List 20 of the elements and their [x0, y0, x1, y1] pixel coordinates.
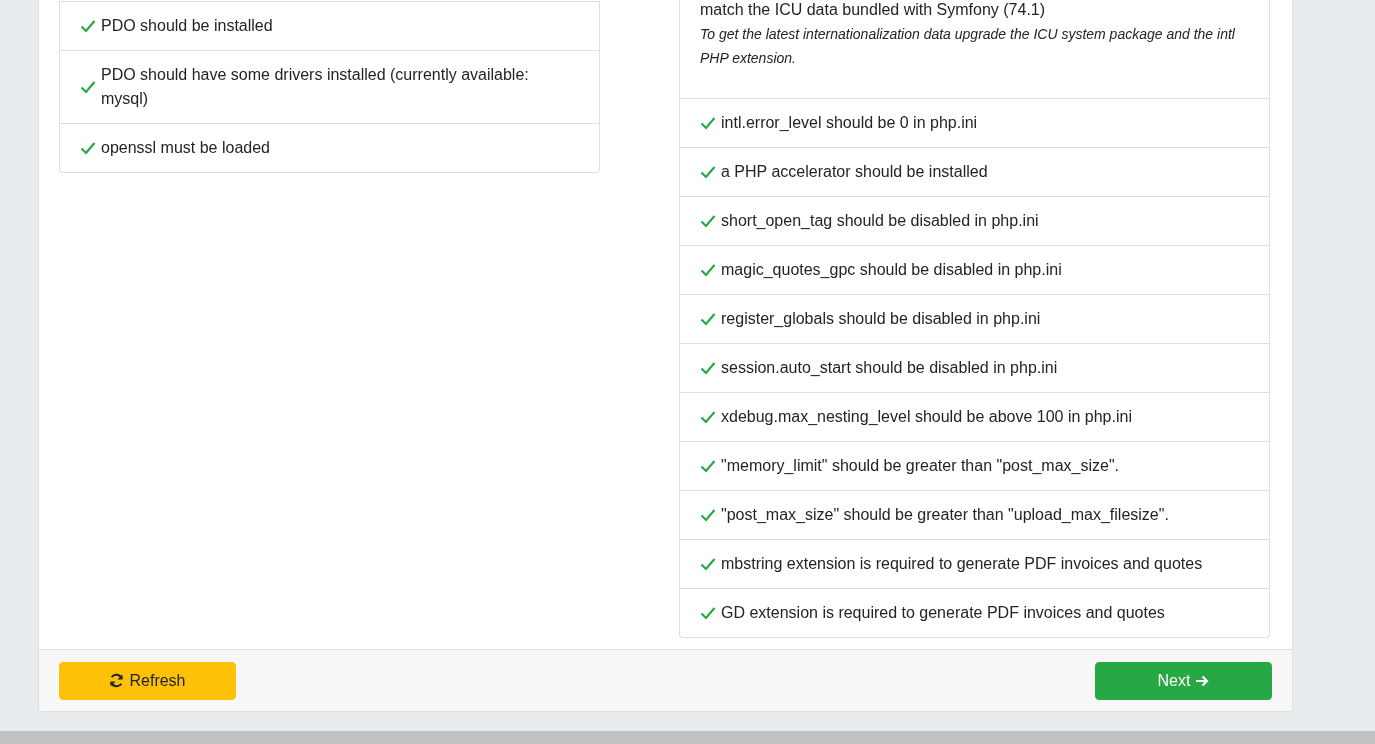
check-text: session.auto_start should be disabled in php.ini — [721, 358, 1058, 378]
refresh-button[interactable]: Refresh — [59, 661, 236, 700]
check-text: intl.error_level should be 0 in php.ini — [721, 113, 978, 133]
check-text: "post_max_size" should be greater than "upload_max_filesize". — [721, 505, 1169, 525]
check-text: GD extension is required to generate PDF invoices and quotes — [721, 603, 1165, 623]
horizontal-scrollbar[interactable] — [0, 731, 1375, 744]
check-text: magic_quotes_gpc should be disabled in php.ini — [721, 260, 1062, 280]
check-text: xdebug.max_nesting_level should be above 100 in php.ini — [721, 407, 1132, 427]
refresh-icon — [109, 673, 125, 688]
help-text: To get the latest internationalization data upgrade the ICU system package and the intl PHP extension. — [700, 25, 1236, 68]
check-text: a PHP accelerator should be installed — [721, 162, 988, 182]
check-text: match the ICU data bundled with Symfony (74.1) — [700, 0, 1046, 20]
check-text: register_globals should be disabled in php.ini — [721, 309, 1041, 329]
arrow-right-icon — [1195, 673, 1210, 688]
check-text: PDO should be installed — [101, 16, 273, 36]
check-text: openssl must be loaded — [101, 138, 270, 158]
check-text: "memory_limit" should be greater than "post_max_size". — [721, 456, 1119, 476]
check-text: short_open_tag should be disabled in php.ini — [721, 211, 1039, 231]
check-text: PDO should have some drivers installed (currently available: mysql) — [101, 65, 530, 109]
check-text: mbstring extension is required to generate PDF invoices and quotes — [721, 554, 1203, 574]
